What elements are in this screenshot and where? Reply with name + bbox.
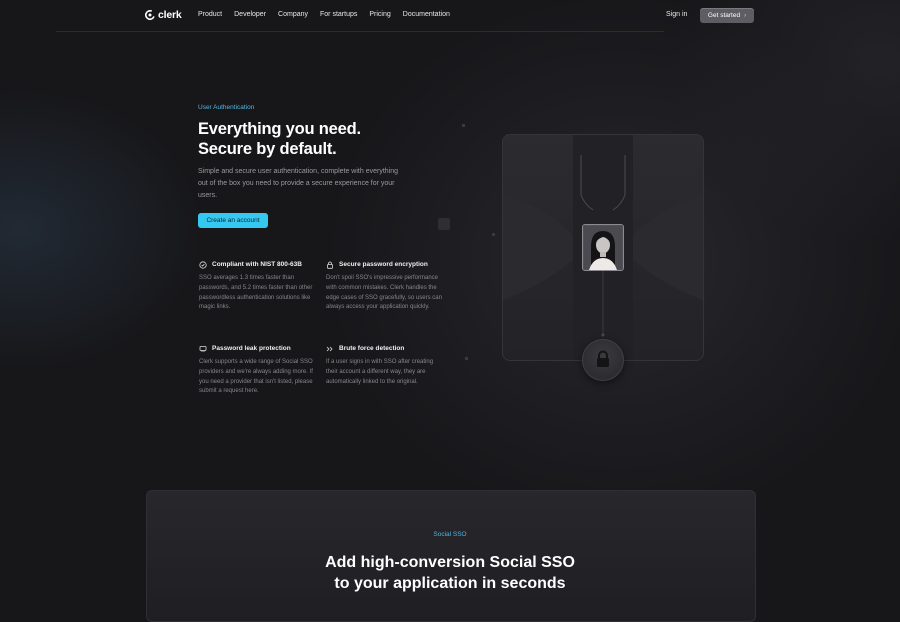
section-eyebrow: User Authentication [198, 104, 255, 111]
nav-company[interactable]: Company [278, 11, 308, 18]
nav-developer[interactable]: Developer [234, 11, 266, 18]
feature-title: Brute force detection [339, 345, 405, 352]
nav-for-startups[interactable]: For startups [320, 11, 357, 18]
shield-check-icon [199, 260, 207, 269]
lock-icon [327, 261, 333, 269]
nav-pricing[interactable]: Pricing [369, 11, 390, 18]
sign-in-link[interactable]: Sign in [666, 11, 687, 18]
decor-dot [462, 124, 465, 127]
feature-body: SSO averages 1.3 times faster than passw… [199, 275, 313, 311]
get-started-label: Get started [707, 12, 741, 19]
user-avatar-photo [582, 224, 624, 271]
header-divider [56, 31, 664, 32]
feature-body: If a user signs in with SSO after creati… [326, 359, 434, 385]
feature-body: Don't spoil SSO's impressive performance… [326, 275, 442, 311]
hero-description: Simple and secure user authentication, c… [198, 168, 398, 199]
nav-documentation[interactable]: Documentation [403, 11, 450, 18]
top-nav: clerk Product Developer Company For star… [0, 0, 900, 31]
feature-title: Secure password encryption [339, 261, 428, 268]
feature-body: Clerk supports a wide range of Social SS… [199, 359, 313, 395]
lock-icon [597, 350, 609, 367]
clerk-logo-icon [145, 10, 155, 20]
hero-title-line-1: Everything you need. [198, 120, 361, 138]
decor-dot [492, 233, 495, 236]
decor-square [438, 218, 450, 230]
brand-name: clerk [158, 9, 182, 21]
social-sso-title-line-1: Add high-conversion Social SSO [325, 554, 575, 571]
feature-leak-protection: Password leak protection Clerk supports … [199, 344, 319, 397]
get-started-button[interactable]: Get started › [700, 8, 754, 23]
clerk-logo[interactable]: clerk [145, 9, 182, 21]
social-sso-title: Add high-conversion Social SSO to your a… [0, 552, 900, 594]
hero-title-line-2: Secure by default. [198, 140, 337, 158]
feature-nist: Compliant with NIST 800-63B SSO averages… [199, 260, 319, 313]
create-account-button[interactable]: Create an account [198, 213, 268, 228]
social-sso-title-line-2: to your application in seconds [334, 575, 566, 592]
leak-shield-icon [199, 345, 207, 352]
chevrons-icon [326, 346, 333, 351]
feature-encryption: Secure password encryption Don't spoil S… [326, 260, 446, 313]
feature-title: Compliant with NIST 800-63B [212, 261, 302, 268]
feature-brute-force: Brute force detection If a user signs in… [326, 344, 446, 387]
nav-product[interactable]: Product [198, 11, 222, 18]
social-sso-eyebrow: Social SSO [433, 531, 467, 538]
feature-title: Password leak protection [212, 345, 291, 352]
decor-dot [465, 357, 468, 360]
main-nav: Product Developer Company For startups P… [198, 11, 450, 18]
arrow-right-icon: › [744, 12, 747, 19]
lock-badge [582, 339, 624, 381]
hero-title: Everything you need. Secure by default. [198, 119, 361, 159]
